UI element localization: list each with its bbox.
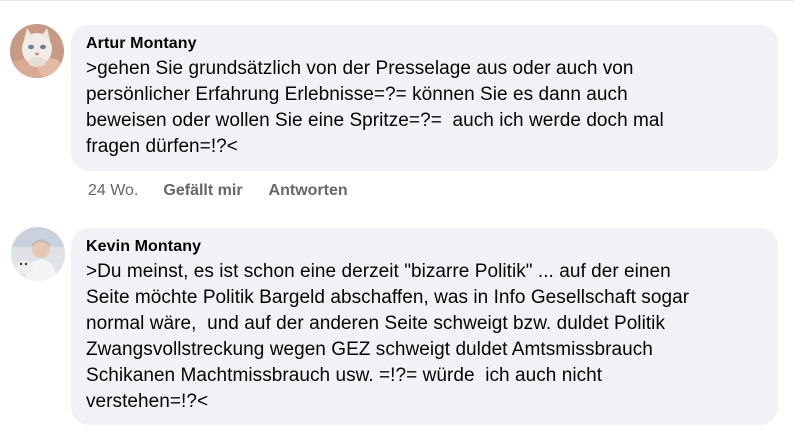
- comment-actions: 24 Wo. Gefällt mir Antworten: [88, 180, 348, 202]
- avatar[interactable]: [11, 227, 65, 281]
- reply-button[interactable]: Antworten: [269, 182, 348, 200]
- comment-bubble: Kevin Montany >Du meinst, es ist schon e…: [71, 228, 778, 425]
- comment-text: >Du meinst, es ist schon eine derzeit "b…: [86, 261, 690, 412]
- person-photo-avatar: [11, 227, 65, 281]
- comment-author[interactable]: Kevin Montany: [86, 237, 764, 257]
- comment-author[interactable]: Artur Montany: [86, 34, 764, 54]
- comment-bubble: Artur Montany >gehen Sie grundsätzlich v…: [71, 25, 778, 171]
- comment-text: >gehen Sie grundsätzlich von der Pressel…: [86, 58, 664, 157]
- top-divider: [0, 0, 794, 1]
- like-button[interactable]: Gefällt mir: [163, 182, 242, 200]
- cat-photo-avatar: [10, 24, 64, 78]
- avatar[interactable]: [10, 24, 64, 78]
- comment-timestamp[interactable]: 24 Wo.: [88, 182, 138, 200]
